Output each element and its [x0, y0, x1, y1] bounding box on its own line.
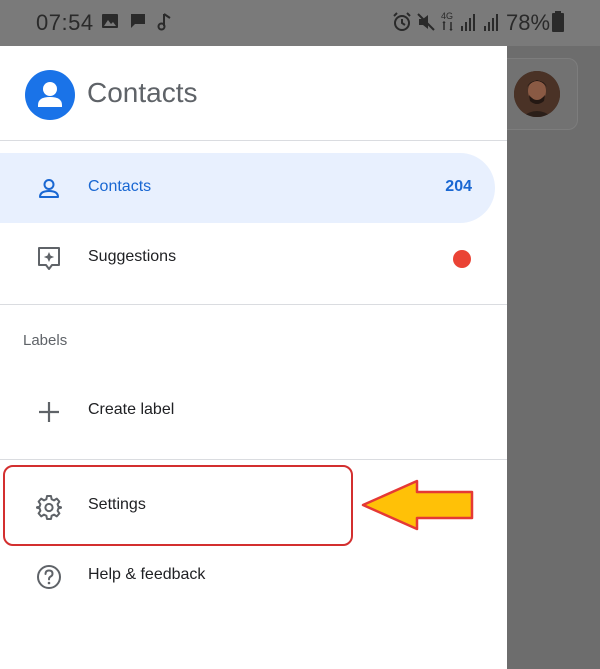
- battery-percent: 78%: [506, 10, 551, 35]
- nav-label-create-label: Create label: [88, 401, 175, 418]
- alarm-icon: [393, 12, 411, 31]
- nav-item-help[interactable]: Help & feedback: [0, 541, 495, 611]
- divider: [0, 459, 507, 460]
- person-icon: [39, 179, 59, 198]
- music-note-icon: [157, 13, 171, 31]
- contacts-logo-icon: [25, 70, 75, 120]
- yellow-arrow-icon: [361, 479, 474, 531]
- nav-item-suggestions[interactable]: Suggestions: [0, 223, 495, 293]
- settings-highlight-box: [3, 465, 353, 546]
- navigation-drawer: Contacts Contacts 204 Suggestions Labels…: [0, 46, 507, 669]
- divider: [0, 304, 507, 305]
- mute-icon: [417, 13, 435, 31]
- image-icon: [102, 14, 118, 28]
- message-icon: [131, 14, 145, 28]
- avatar[interactable]: [514, 71, 560, 117]
- status-bar: 07:54 4G 78%: [0, 0, 600, 46]
- nav-item-create-label[interactable]: Create label: [0, 376, 495, 446]
- svg-text:4G: 4G: [441, 11, 453, 21]
- signal-icon: [484, 14, 498, 31]
- help-icon: [37, 565, 61, 589]
- nav-label-help: Help & feedback: [88, 566, 206, 583]
- suggestions-icon: [38, 247, 60, 270]
- battery-icon: [552, 11, 564, 32]
- signal-icon: [461, 14, 475, 31]
- drawer-header: Contacts: [0, 46, 507, 141]
- plus-icon: [39, 402, 59, 422]
- divider: [0, 140, 507, 141]
- avatar-photo: [514, 71, 560, 117]
- app-title: Contacts: [87, 77, 198, 108]
- notification-dot: [453, 250, 471, 268]
- labels-heading: Labels: [23, 332, 68, 349]
- nav-label-contacts: Contacts: [88, 178, 152, 195]
- nav-item-contacts[interactable]: Contacts 204: [0, 153, 495, 223]
- 4g-icon: 4G: [441, 11, 453, 32]
- contacts-count: 204: [445, 178, 472, 195]
- nav-label-suggestions: Suggestions: [88, 248, 177, 265]
- status-time: 07:54: [36, 10, 94, 35]
